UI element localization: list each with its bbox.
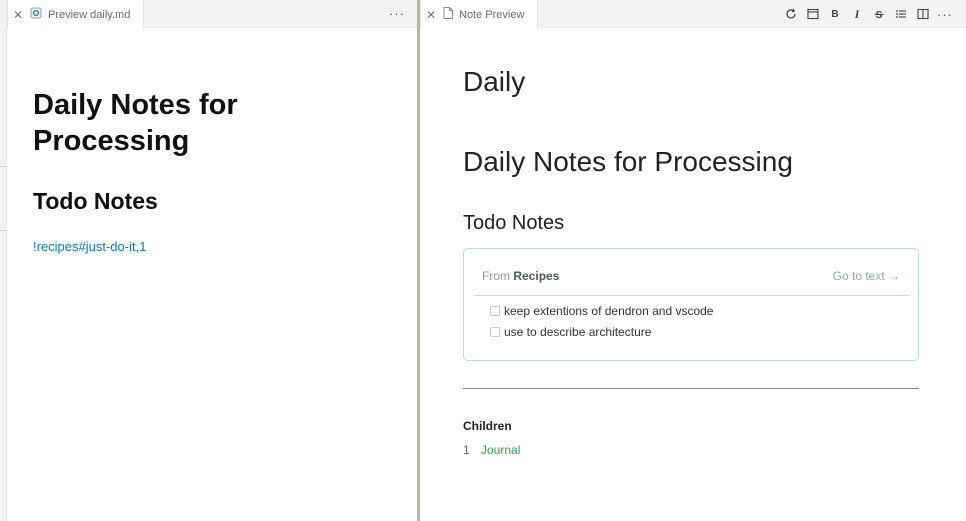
task-checkbox[interactable] — [490, 327, 500, 337]
right-tab-bar: ✕ Note Preview B I S — [420, 0, 966, 29]
tab-note-preview[interactable]: ✕ Note Preview — [420, 0, 538, 29]
tab-title: Note Preview — [459, 8, 525, 21]
task-text: use to describe architecture — [504, 325, 652, 339]
embed-header: From Recipes Go to text → — [482, 269, 900, 283]
file-icon — [443, 7, 453, 22]
note-ref-link[interactable]: !recipes#just-do-it,1 — [33, 239, 146, 254]
list-item: 1 Journal — [463, 443, 520, 457]
embed-divider — [474, 295, 909, 296]
strikethrough-icon[interactable]: S — [868, 3, 890, 25]
note-embed: From Recipes Go to text → keep extention… — [463, 248, 919, 361]
more-actions-icon[interactable]: ··· — [934, 3, 956, 25]
task-item: use to describe architecture — [490, 325, 651, 339]
task-checkbox[interactable] — [490, 306, 500, 316]
task-text: keep extentions of dendron and vscode — [504, 304, 714, 318]
horizontal-rule — [463, 388, 919, 389]
close-icon[interactable]: ✕ — [10, 8, 26, 22]
embed-source-note: Recipes — [513, 269, 560, 283]
bold-icon[interactable]: B — [824, 3, 846, 25]
children-heading: Children — [463, 419, 512, 433]
note-title: Daily — [463, 66, 526, 97]
page-heading: Daily Notes for Processing — [463, 146, 793, 177]
section-heading: Todo Notes — [463, 212, 565, 234]
page-title: Daily Notes for Processing — [33, 89, 238, 157]
refresh-icon[interactable] — [780, 3, 802, 25]
embed-from-label: From — [482, 269, 510, 283]
markdown-preview: Daily Notes for Processing Todo Notes !r… — [7, 28, 417, 521]
preview-file-icon — [30, 7, 42, 22]
split-editor-icon[interactable] — [912, 3, 934, 25]
child-note-link[interactable]: Journal — [481, 443, 520, 457]
tab-preview-daily[interactable]: ✕ Preview daily.md — [7, 0, 144, 29]
list-icon[interactable] — [890, 3, 912, 25]
close-icon[interactable]: ✕ — [423, 8, 439, 22]
section-heading: Todo Notes — [33, 188, 158, 214]
layout-icon[interactable] — [802, 3, 824, 25]
more-actions-icon[interactable]: ··· — [389, 6, 405, 21]
italic-icon[interactable]: I — [846, 3, 868, 25]
left-tab-bar: ✕ Preview daily.md ··· — [0, 0, 417, 29]
editor-toolbar: B I S ··· — [780, 0, 966, 28]
go-to-text-link[interactable]: Go to text → — [833, 269, 900, 283]
tab-title: Preview daily.md — [48, 8, 131, 21]
list-number: 1 — [463, 443, 470, 457]
left-editor-pane: ✕ Preview daily.md ··· Daily Notes for P… — [0, 0, 417, 521]
sidebar-edge — [0, 0, 7, 521]
right-editor-pane: ✕ Note Preview B I S — [420, 0, 966, 521]
task-item: keep extentions of dendron and vscode — [490, 304, 713, 318]
